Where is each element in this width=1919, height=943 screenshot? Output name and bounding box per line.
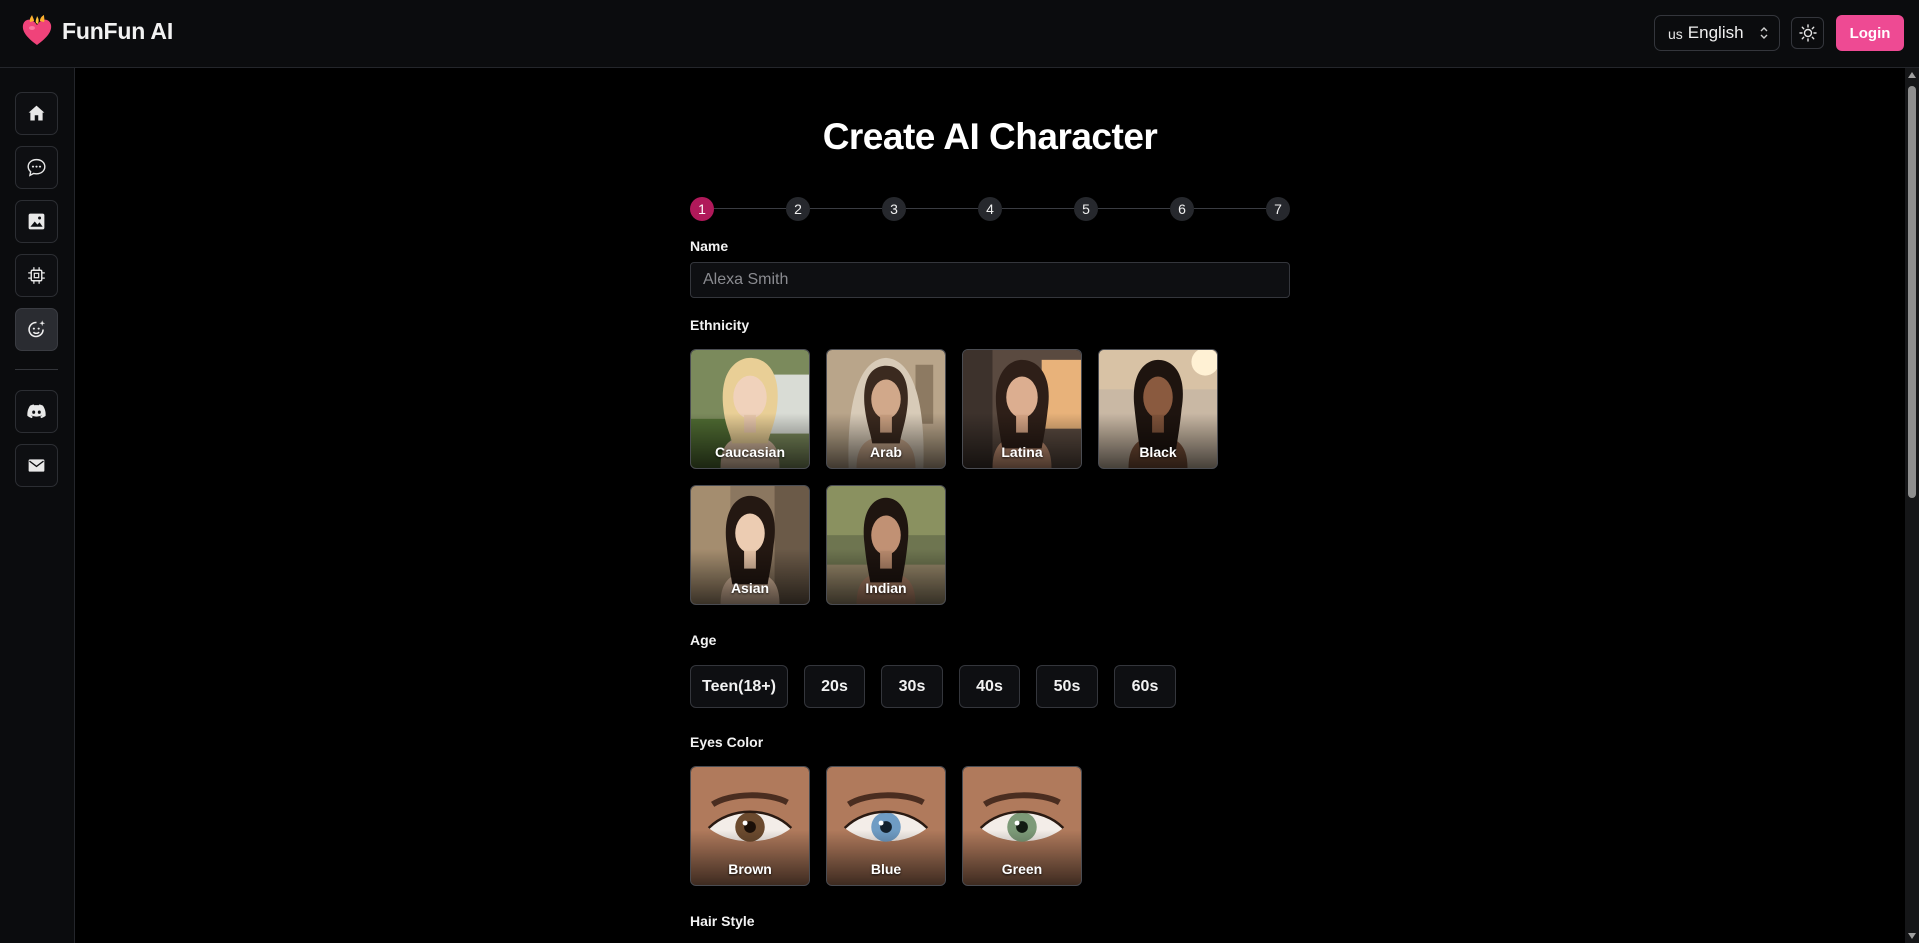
eyes-option-label: Brown bbox=[728, 861, 772, 877]
sidebar-item-discord[interactable] bbox=[15, 390, 58, 433]
age-option-teen[interactable]: Teen(18+) bbox=[690, 665, 788, 708]
page-title: Create AI Character bbox=[822, 116, 1158, 157]
sidebar-divider bbox=[15, 369, 58, 370]
step-1[interactable]: 1 bbox=[690, 197, 714, 221]
ethnicity-option-black[interactable]: Black bbox=[1098, 349, 1218, 469]
chat-bubble-icon bbox=[27, 158, 46, 177]
step-connector bbox=[1194, 208, 1266, 209]
stepper: 1 2 3 4 5 6 7 bbox=[690, 197, 1290, 221]
brand-name: FunFun AI bbox=[62, 17, 174, 44]
ethnicity-option-latina[interactable]: Latina bbox=[962, 349, 1082, 469]
heart-flame-logo-icon bbox=[22, 15, 52, 45]
step-3[interactable]: 3 bbox=[882, 197, 906, 221]
name-label: Name bbox=[690, 238, 729, 254]
ethnicity-option-indian[interactable]: Indian bbox=[826, 485, 946, 605]
language-label: English bbox=[1687, 23, 1744, 42]
ethnicity-option-caucasian[interactable]: Caucasian bbox=[690, 349, 810, 469]
ethnicity-option-arab[interactable]: Arab bbox=[826, 349, 946, 469]
age-option-30s[interactable]: 30s bbox=[881, 665, 943, 708]
step-6[interactable]: 6 bbox=[1170, 197, 1194, 221]
age-option-60s[interactable]: 60s bbox=[1114, 665, 1176, 708]
step-connector bbox=[1098, 208, 1170, 209]
eyes-option-label: Blue bbox=[870, 861, 902, 877]
eyes-option-blue[interactable]: Blue bbox=[826, 766, 946, 886]
ethnicity-option-asian[interactable]: Asian bbox=[690, 485, 810, 605]
top-header: FunFun AI us English Login bbox=[0, 0, 1919, 68]
step-connector bbox=[810, 208, 882, 209]
sidebar-item-models[interactable] bbox=[15, 254, 58, 297]
sidebar-item-home[interactable] bbox=[15, 92, 58, 135]
page-scrollbar[interactable] bbox=[1905, 68, 1919, 943]
brand[interactable]: FunFun AI bbox=[20, 14, 173, 48]
scroll-up-arrow-icon[interactable] bbox=[1908, 72, 1916, 78]
hair-style-label: Hair Style bbox=[690, 913, 755, 929]
eyes-option-label: Green bbox=[1001, 861, 1043, 877]
mail-icon bbox=[28, 459, 45, 472]
chip-icon bbox=[28, 267, 45, 284]
language-select[interactable]: us English bbox=[1654, 15, 1780, 51]
ethnicity-option-label: Asian bbox=[730, 580, 770, 596]
image-icon bbox=[28, 213, 45, 230]
discord-icon bbox=[27, 404, 46, 419]
theme-toggle-button[interactable] bbox=[1791, 17, 1824, 49]
login-button[interactable]: Login bbox=[1836, 15, 1904, 51]
ethnicity-option-label: Caucasian bbox=[714, 444, 786, 460]
step-connector bbox=[714, 208, 786, 209]
age-option-40s[interactable]: 40s bbox=[959, 665, 1020, 708]
sun-icon bbox=[1798, 24, 1817, 42]
scrollbar-thumb[interactable] bbox=[1908, 86, 1916, 498]
face-sparkle-icon bbox=[28, 320, 46, 338]
chevron-up-down-icon bbox=[1760, 27, 1768, 39]
sidebar bbox=[0, 68, 75, 943]
age-label: Age bbox=[690, 632, 717, 648]
eyes-option-brown[interactable]: Brown bbox=[690, 766, 810, 886]
language-flag: us bbox=[1668, 26, 1683, 42]
age-option-20s[interactable]: 20s bbox=[804, 665, 865, 708]
ethnicity-option-label: Indian bbox=[865, 580, 907, 596]
age-option-50s[interactable]: 50s bbox=[1036, 665, 1098, 708]
eyes-color-label: Eyes Color bbox=[690, 734, 764, 750]
sidebar-item-images[interactable] bbox=[15, 200, 58, 243]
step-connector bbox=[906, 208, 978, 209]
ethnicity-option-label: Latina bbox=[1001, 444, 1043, 460]
name-input[interactable] bbox=[690, 262, 1290, 298]
eyes-option-green[interactable]: Green bbox=[962, 766, 1082, 886]
sidebar-item-create-character[interactable] bbox=[15, 308, 58, 351]
ethnicity-option-label: Arab bbox=[870, 444, 902, 460]
step-2[interactable]: 2 bbox=[786, 197, 810, 221]
sidebar-item-mail[interactable] bbox=[15, 444, 58, 487]
scroll-down-arrow-icon[interactable] bbox=[1908, 933, 1916, 939]
step-7[interactable]: 7 bbox=[1266, 197, 1290, 221]
home-icon bbox=[28, 105, 45, 121]
step-connector bbox=[1002, 208, 1074, 209]
step-5[interactable]: 5 bbox=[1074, 197, 1098, 221]
ethnicity-option-label: Black bbox=[1139, 444, 1177, 460]
ethnicity-label: Ethnicity bbox=[690, 317, 750, 333]
sidebar-item-chat[interactable] bbox=[15, 146, 58, 189]
step-4[interactable]: 4 bbox=[978, 197, 1002, 221]
